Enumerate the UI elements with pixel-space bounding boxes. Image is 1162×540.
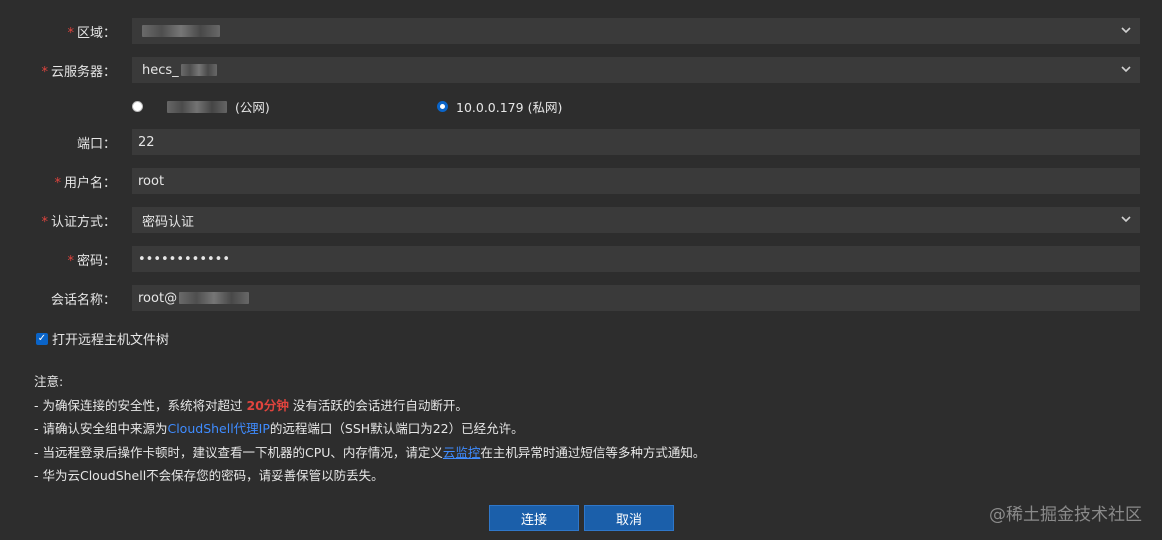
username-row: * 用户名： root	[0, 168, 1162, 194]
checkbox-checked-icon[interactable]: ✓	[36, 332, 48, 345]
radio-private[interactable]: 10.0.0.179 (私网)	[437, 97, 562, 116]
private-ip-label: 10.0.0.179 (私网)	[456, 100, 563, 115]
auth-row: * 认证方式： 密码认证	[0, 207, 1162, 233]
server-value-blurred	[180, 64, 217, 76]
note-line-3: - 当远程登录后操作卡顿时，建议查看一下机器的CPU、内存情况，请定义云监控在主…	[34, 444, 706, 460]
chevron-down-icon	[1121, 27, 1131, 34]
region-label: * 区域：	[67, 25, 116, 41]
radio-button-public[interactable]	[132, 101, 143, 112]
port-input[interactable]: 22	[132, 129, 1140, 155]
session-value: root@	[138, 290, 178, 306]
public-ip-blurred	[167, 100, 227, 113]
session-input[interactable]: root@	[132, 285, 1140, 311]
port-label: 端口：	[76, 136, 116, 152]
auth-select[interactable]: 密码认证	[132, 207, 1140, 233]
session-row: 会话名称： root@	[0, 285, 1162, 311]
port-value: 22	[138, 134, 155, 150]
server-value: hecs_	[142, 62, 179, 78]
username-label: * 用户名：	[54, 175, 116, 191]
note-line-1: - 为确保连接的安全性，系统将对超过 20分钟 没有活跃的会话进行自动断开。	[34, 397, 468, 413]
region-row: * 区域：	[0, 18, 1162, 44]
port-row: 端口： 22	[0, 129, 1162, 155]
server-select[interactable]: hecs_	[132, 57, 1140, 83]
cancel-button[interactable]: 取消	[584, 505, 674, 531]
radio-button-private[interactable]	[437, 101, 448, 112]
note-highlight: 20分钟	[246, 397, 289, 413]
session-label: 会话名称：	[50, 292, 116, 308]
chevron-down-icon	[1121, 66, 1131, 73]
password-value: ••••••••••••	[138, 251, 231, 267]
radio-public[interactable]: (公网)	[132, 97, 270, 116]
auth-value: 密码认证	[142, 214, 195, 230]
auth-label: * 认证方式：	[41, 214, 116, 230]
note-line-2: - 请确认安全组中来源为CloudShell代理IP的远程端口（SSH默认端口为…	[34, 421, 524, 436]
connect-button[interactable]: 连接	[489, 505, 579, 531]
server-label: * 云服务器：	[41, 64, 116, 80]
password-label: * 密码：	[67, 253, 116, 269]
username-input[interactable]: root	[132, 168, 1140, 194]
chevron-down-icon	[1121, 216, 1131, 223]
region-select[interactable]	[132, 18, 1140, 44]
note-line-4: - 华为云CloudShell不会保存您的密码，请妥善保管以防丢失。	[34, 468, 384, 483]
server-row: * 云服务器： hecs_	[0, 57, 1162, 83]
region-value-blurred	[142, 25, 220, 37]
password-row: * 密码： ••••••••••••	[0, 246, 1162, 272]
watermark-text: @稀土掘金技术社区	[989, 505, 1142, 525]
username-value: root	[138, 173, 165, 189]
public-ip-suffix: (公网)	[235, 100, 270, 115]
filetree-label: 打开远程主机文件树	[52, 333, 170, 348]
cloudshell-proxy-ip-link[interactable]: CloudShell代理IP	[167, 421, 269, 436]
notes-block: 注意: - 为确保连接的安全性，系统将对超过 20分钟 没有活跃的会话进行自动断…	[34, 370, 705, 488]
session-value-blurred	[179, 292, 250, 304]
filetree-checkbox-row[interactable]: ✓ 打开远程主机文件树	[36, 329, 169, 348]
notes-title: 注意:	[34, 374, 64, 389]
password-input[interactable]: ••••••••••••	[132, 246, 1140, 272]
cloud-monitor-link[interactable]: 云监控	[443, 445, 481, 460]
